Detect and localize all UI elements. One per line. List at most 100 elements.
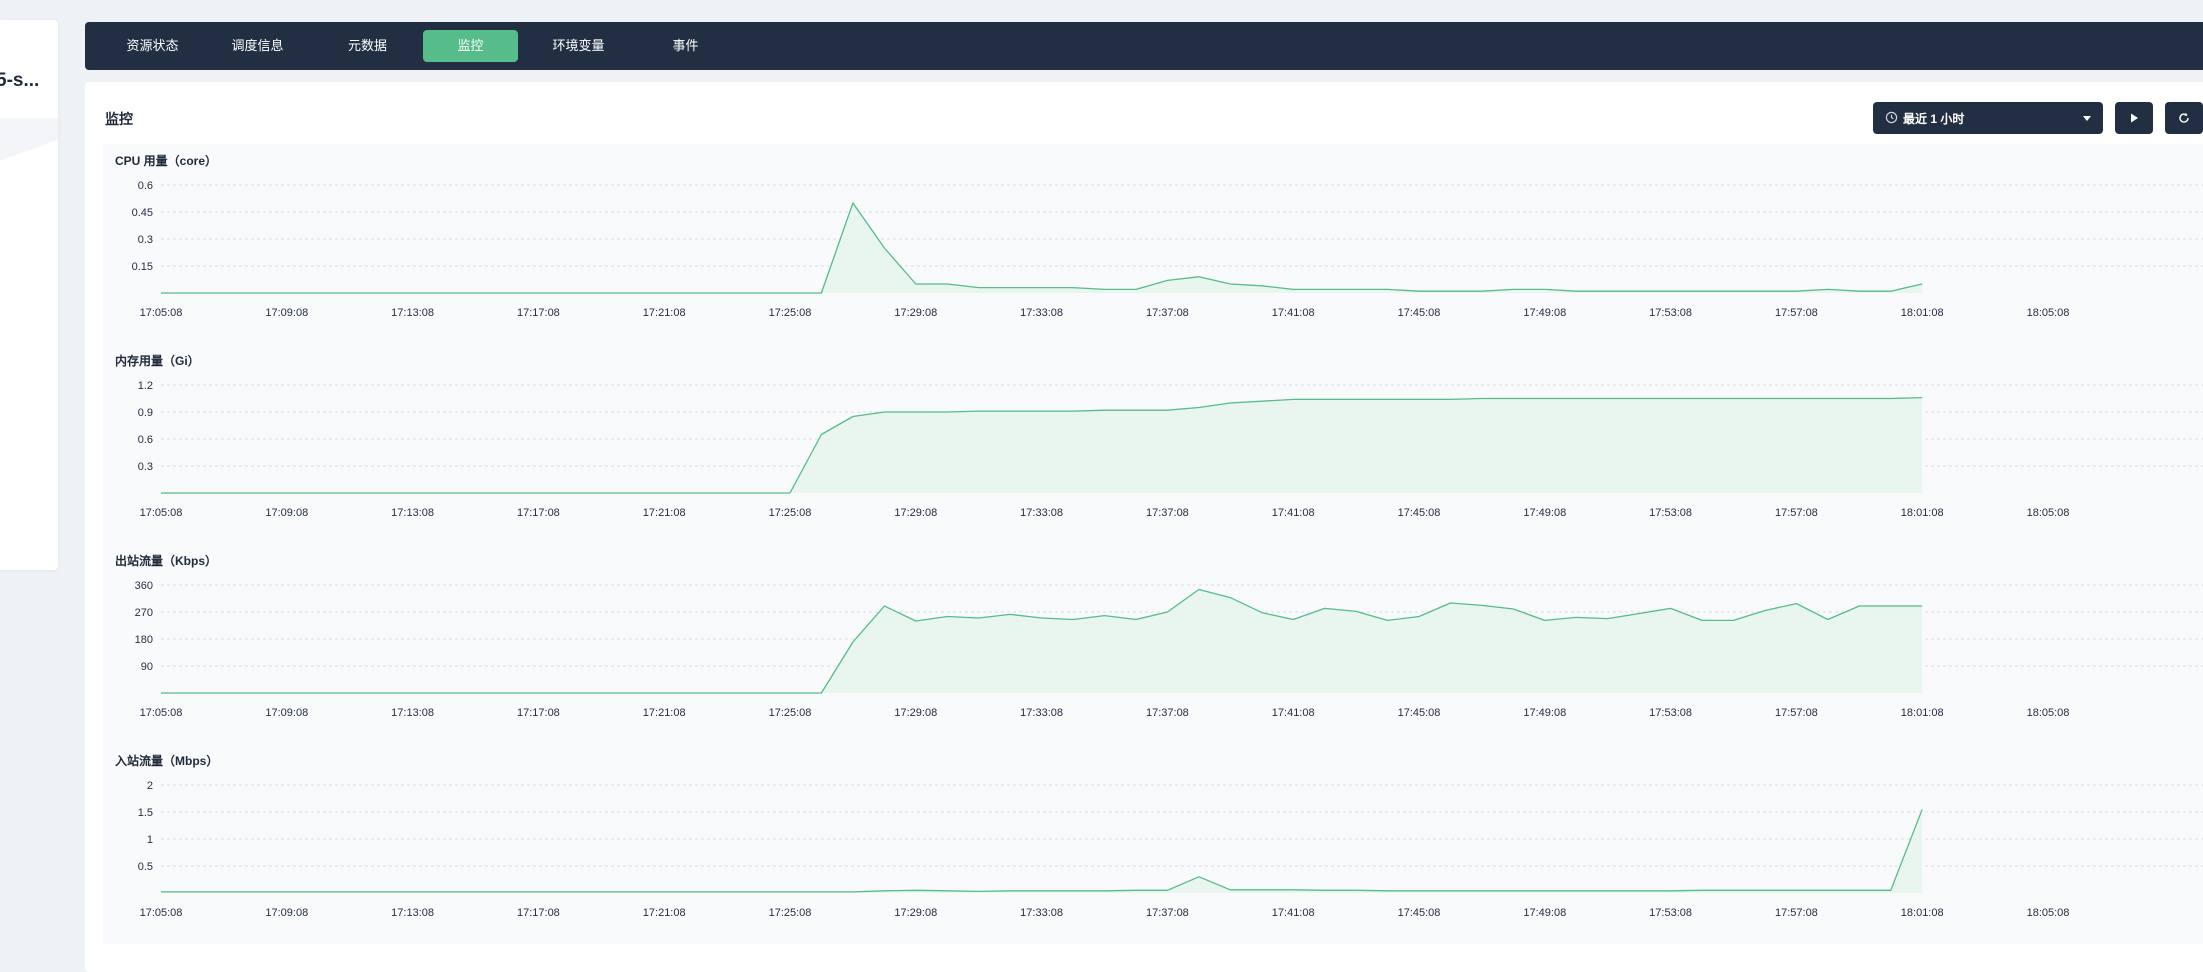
x-tick-label: 18:01:08 [1901,507,1944,519]
x-tick-label: 17:53:08 [1649,907,1692,919]
detail-tab-bar: 资源状态 调度信息 元数据 监控 环境变量 事件 [85,22,2203,70]
x-tick-label: 18:01:08 [1901,907,1944,919]
x-tick-label: 17:57:08 [1775,907,1818,919]
y-tick-label: 0.15 [132,261,153,273]
x-tick-label: 17:25:08 [769,907,812,919]
x-tick-label: 18:05:08 [2027,307,2070,319]
play-icon [2131,113,2138,123]
x-tick-label: 17:13:08 [391,707,434,719]
x-tick-label: 17:41:08 [1272,307,1315,319]
monitoring-panel: 监控 最近 1 小时 CPU 用量（core） 0.6 0.45 0.3 0.15 17:… [85,82,2203,972]
x-tick-label: 17:53:08 [1649,307,1692,319]
x-tick-label: 17:37:08 [1146,707,1189,719]
tab-monitoring[interactable]: 监控 [423,30,518,62]
y-tick-label: 0.45 [132,207,153,219]
x-tick-label: 18:01:08 [1901,307,1944,319]
monitoring-charts: CPU 用量（core） 0.6 0.45 0.3 0.15 17:05:08 17:09:… [115,153,2203,919]
chart-title: 出站流量（Kbps） [115,553,217,568]
y-tick-label: 0.9 [138,407,153,419]
clock-icon [1885,111,1898,124]
x-tick-label: 17:05:08 [140,507,183,519]
tab-resource-status[interactable]: 资源状态 [105,30,200,62]
series-line [161,202,1923,294]
x-tick-label: 17:21:08 [643,707,686,719]
y-tick-label: 0.3 [138,234,153,246]
x-tick-label: 18:05:08 [2027,907,2070,919]
x-tick-label: 17:13:08 [391,907,434,919]
x-tick-label: 17:29:08 [894,907,937,919]
x-tick-label: 17:09:08 [265,307,308,319]
x-tick-label: 17:45:08 [1398,507,1441,519]
chart-1: 内存用量（Gi） 1.2 0.9 0.6 0.3 17:05:08 17:09:08 17:1… [115,353,2203,519]
x-tick-label: 18:05:08 [2027,507,2070,519]
series-line [161,809,1923,893]
x-tick-label: 17:53:08 [1649,507,1692,519]
x-tick-label: 17:41:08 [1272,907,1315,919]
tab-scheduling-info[interactable]: 调度信息 [210,30,305,62]
x-tick-label: 17:05:08 [140,307,183,319]
refresh-button[interactable] [2165,102,2203,134]
x-tick-label: 17:33:08 [1020,707,1063,719]
y-tick-label: 270 [135,607,153,619]
play-button[interactable] [2115,102,2153,134]
x-tick-label: 17:49:08 [1523,907,1566,919]
series-area [161,589,1923,693]
chart-title: 内存用量（Gi） [115,353,200,368]
charts-container: CPU 用量（core） 0.6 0.45 0.3 0.15 17:05:08 17:09:… [103,144,2203,944]
y-tick-label: 90 [141,661,153,673]
resource-summary-card: 5-s... [0,20,58,570]
x-tick-label: 17:09:08 [265,507,308,519]
time-range-value: 最近 1 小时 [1903,112,1965,126]
x-tick-label: 17:13:08 [391,307,434,319]
x-tick-label: 17:37:08 [1146,907,1189,919]
y-tick-label: 1.2 [138,380,153,392]
x-tick-label: 17:17:08 [517,507,560,519]
x-tick-label: 17:05:08 [140,707,183,719]
y-tick-label: 0.5 [138,861,153,873]
x-tick-label: 17:29:08 [894,307,937,319]
x-tick-label: 17:53:08 [1649,707,1692,719]
chart-3: 入站流量（Mbps） 2 1.5 1 0.5 17:05:08 17:09:08 17:13:… [115,753,2203,919]
panel-title: 监控 [105,111,133,127]
x-tick-label: 17:41:08 [1272,707,1315,719]
x-tick-label: 17:05:08 [140,907,183,919]
x-tick-label: 17:29:08 [894,707,937,719]
x-tick-label: 17:57:08 [1775,307,1818,319]
x-tick-label: 17:45:08 [1398,307,1441,319]
y-tick-label: 2 [147,780,153,792]
tab-metadata[interactable]: 元数据 [325,30,410,62]
x-tick-label: 17:17:08 [517,907,560,919]
x-tick-label: 17:21:08 [643,507,686,519]
x-tick-label: 17:25:08 [769,507,812,519]
x-tick-label: 17:09:08 [265,907,308,919]
x-tick-label: 17:25:08 [769,307,812,319]
x-tick-label: 18:01:08 [1901,707,1944,719]
y-tick-label: 180 [135,634,153,646]
series-area [161,203,1923,293]
x-tick-label: 17:49:08 [1523,307,1566,319]
tab-events[interactable]: 事件 [638,30,733,62]
card-decoration [0,118,58,174]
x-tick-label: 17:21:08 [643,307,686,319]
chevron-down-icon [2083,116,2091,121]
x-tick-label: 17:09:08 [265,707,308,719]
time-range-select[interactable]: 最近 1 小时 [1873,102,2103,134]
x-tick-label: 17:33:08 [1020,307,1063,319]
y-tick-label: 1 [147,834,153,846]
x-tick-label: 17:41:08 [1272,507,1315,519]
x-tick-label: 17:57:08 [1775,707,1818,719]
x-tick-label: 18:05:08 [2027,707,2070,719]
x-tick-label: 17:21:08 [643,907,686,919]
y-tick-label: 0.6 [138,434,153,446]
x-tick-label: 17:45:08 [1398,707,1441,719]
x-tick-label: 17:17:08 [517,307,560,319]
x-tick-label: 17:17:08 [517,707,560,719]
x-tick-label: 17:49:08 [1523,707,1566,719]
x-tick-label: 17:33:08 [1020,907,1063,919]
tab-environment-variables[interactable]: 环境变量 [531,30,626,62]
chart-title: CPU 用量（core） [115,153,217,168]
chart-2: 出站流量（Kbps） 360 270 180 90 17:05:08 17:09:08 17:… [115,553,2203,719]
x-tick-label: 17:29:08 [894,507,937,519]
x-tick-label: 17:25:08 [769,707,812,719]
resource-name: 5-s... [0,70,40,91]
